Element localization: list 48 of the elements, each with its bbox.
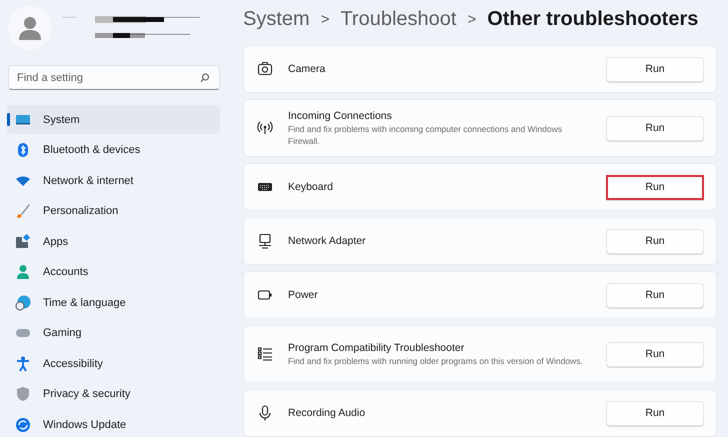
- sidebar-item[interactable]: Personalization: [7, 196, 220, 226]
- avatar[interactable]: [8, 6, 52, 50]
- person-icon: [15, 264, 31, 280]
- sidebar-item[interactable]: Privacy & security: [7, 380, 220, 408]
- troubleshooter-title: Power: [288, 289, 319, 301]
- page-title: Other troubleshooters: [487, 8, 698, 30]
- globe-clock-icon: [15, 294, 31, 310]
- accessibility-icon: [15, 356, 31, 372]
- sidebar-item[interactable]: Time & language: [7, 288, 220, 317]
- sidebar-item[interactable]: Accounts: [7, 258, 220, 286]
- breadcrumb-link[interactable]: Troubleshoot: [340, 8, 456, 30]
- camera-icon: [257, 61, 273, 77]
- sidebar-item[interactable]: Accessibility: [7, 349, 220, 378]
- troubleshooter-title: Program Compatibility Troubleshooter: [288, 342, 466, 354]
- troubleshooter-description: Find and fix problems with incoming computer connections and Windows Firewall.: [288, 122, 564, 146]
- sidebar-item[interactable]: Network & internet: [7, 166, 220, 195]
- sidebar-item[interactable]: Gaming: [7, 318, 220, 348]
- run-button[interactable]: Run: [606, 116, 704, 140]
- sidebar-item[interactable]: Bluetooth & devices: [7, 136, 220, 164]
- sidebar-item[interactable]: Apps: [7, 227, 220, 256]
- list-icon: [257, 346, 273, 362]
- troubleshooter-title: Recording Audio: [288, 407, 366, 419]
- run-button[interactable]: Run: [606, 400, 704, 426]
- run-button[interactable]: Run: [606, 56, 704, 82]
- microphone-icon: [257, 405, 273, 421]
- troubleshooter-description: Find and fix problems with running older programs on this version of Windows.: [288, 354, 584, 366]
- computer-network-icon: [257, 233, 273, 249]
- breadcrumb-link[interactable]: System: [243, 8, 310, 30]
- search-field[interactable]: Find a setting: [8, 65, 220, 90]
- run-button[interactable]: Run: [606, 282, 704, 308]
- refresh-icon: [15, 416, 31, 432]
- run-button[interactable]: Run: [606, 342, 704, 366]
- search-icon: [200, 73, 210, 83]
- run-button[interactable]: Run: [606, 228, 704, 254]
- run-button[interactable]: Run: [606, 174, 704, 200]
- sidebar-item[interactable]: Windows Update: [7, 410, 220, 437]
- sidebar-item[interactable]: System: [7, 105, 220, 134]
- shield-icon: [15, 386, 31, 402]
- troubleshooter-title: Camera: [288, 63, 326, 75]
- apps-icon: [15, 234, 31, 250]
- troubleshooter-title: Keyboard: [288, 181, 334, 193]
- bluetooth-icon: [15, 142, 31, 158]
- troubleshooter-title: Incoming Connections: [288, 110, 393, 122]
- paintbrush-icon: [15, 203, 31, 219]
- troubleshooter-title: Network Adapter: [288, 235, 367, 247]
- breadcrumb-separator: >: [320, 10, 330, 28]
- antenna-icon: [257, 120, 273, 136]
- breadcrumb-separator: >: [467, 10, 476, 28]
